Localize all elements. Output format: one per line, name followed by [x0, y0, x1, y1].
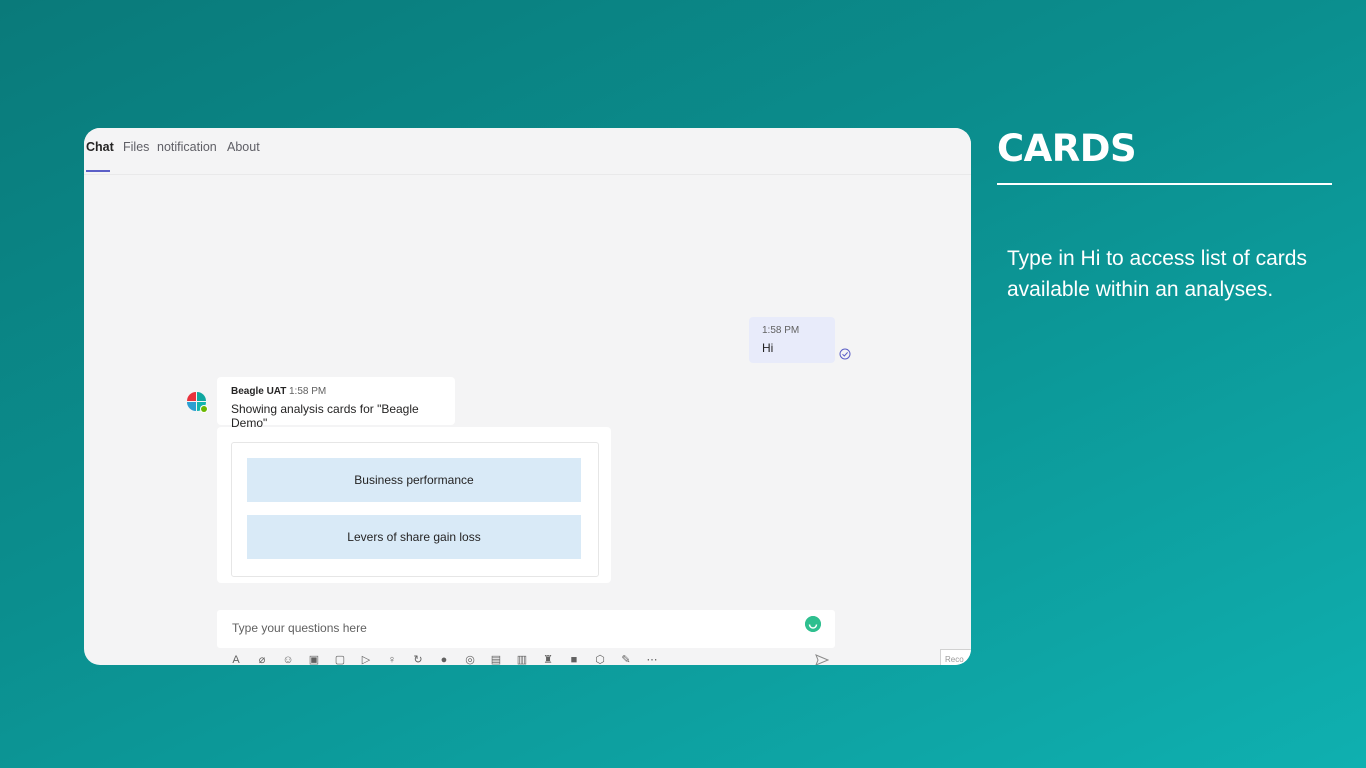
teams-chat-window: Chat Files notification About 1:58 PM Hi…	[84, 128, 971, 665]
bot-message-text: Showing analysis cards for "Beagle Demo"	[231, 402, 419, 430]
bot-app-icon[interactable]: ⬡	[594, 654, 606, 665]
user-message-time: 1:58 PM	[762, 325, 800, 336]
approvals-icon[interactable]: ✎	[620, 654, 632, 665]
tab-files[interactable]: Files	[123, 140, 149, 154]
bot-avatar	[187, 392, 208, 413]
sticker-icon[interactable]: ▢	[334, 654, 346, 665]
record-button[interactable]: Reco	[940, 649, 971, 665]
analysis-cards-container: Business performance Levers of share gai…	[217, 427, 611, 583]
panel-title: CARDS	[997, 127, 1137, 170]
bot-message-bubble: Beagle UAT 1:58 PM Showing analysis card…	[217, 377, 455, 430]
stream-icon[interactable]: ◎	[464, 654, 476, 665]
app-icon[interactable]: ●	[438, 654, 450, 665]
grammarly-icon[interactable]	[805, 616, 821, 632]
bot-message-time: 1:58 PM	[289, 386, 327, 397]
meet-now-icon[interactable]: ▷	[360, 654, 372, 665]
message-input[interactable]	[230, 620, 794, 636]
read-receipt-icon	[839, 348, 851, 360]
adaptive-card: Business performance Levers of share gai…	[231, 442, 599, 577]
panel-divider	[997, 183, 1332, 185]
tab-about[interactable]: About	[227, 140, 260, 154]
send-icon[interactable]	[815, 654, 829, 665]
forms-icon[interactable]: ▤	[490, 654, 502, 665]
more-options-icon[interactable]: ⋯	[646, 654, 658, 665]
tab-bar: Chat Files notification About	[84, 128, 971, 175]
card-business-performance[interactable]: Business performance	[247, 458, 581, 502]
card-levers-share-gain-loss[interactable]: Levers of share gain loss	[247, 515, 581, 559]
tab-chat[interactable]: Chat	[86, 140, 114, 154]
tab-notification[interactable]: notification	[157, 140, 217, 154]
video-icon[interactable]: ■	[568, 654, 580, 665]
user-message-bubble: 1:58 PM Hi	[749, 317, 835, 363]
bot-sender-name: Beagle UAT	[231, 386, 287, 397]
loop-icon[interactable]: ↻	[412, 654, 424, 665]
bookings-icon[interactable]: ♜	[542, 654, 554, 665]
panel-description: Type in Hi to access list of cards avail…	[1007, 247, 1307, 301]
active-tab-indicator	[86, 170, 110, 172]
emoji-icon[interactable]: ☺	[282, 654, 294, 665]
praise-icon[interactable]: ♀	[386, 654, 398, 665]
gif-icon[interactable]: ▣	[308, 654, 320, 665]
format-icon[interactable]: A	[230, 654, 242, 665]
message-composer	[217, 610, 835, 648]
attach-icon[interactable]: ⌀	[256, 654, 268, 665]
user-message-text: Hi	[762, 341, 774, 355]
files-icon[interactable]: ▥	[516, 654, 528, 665]
